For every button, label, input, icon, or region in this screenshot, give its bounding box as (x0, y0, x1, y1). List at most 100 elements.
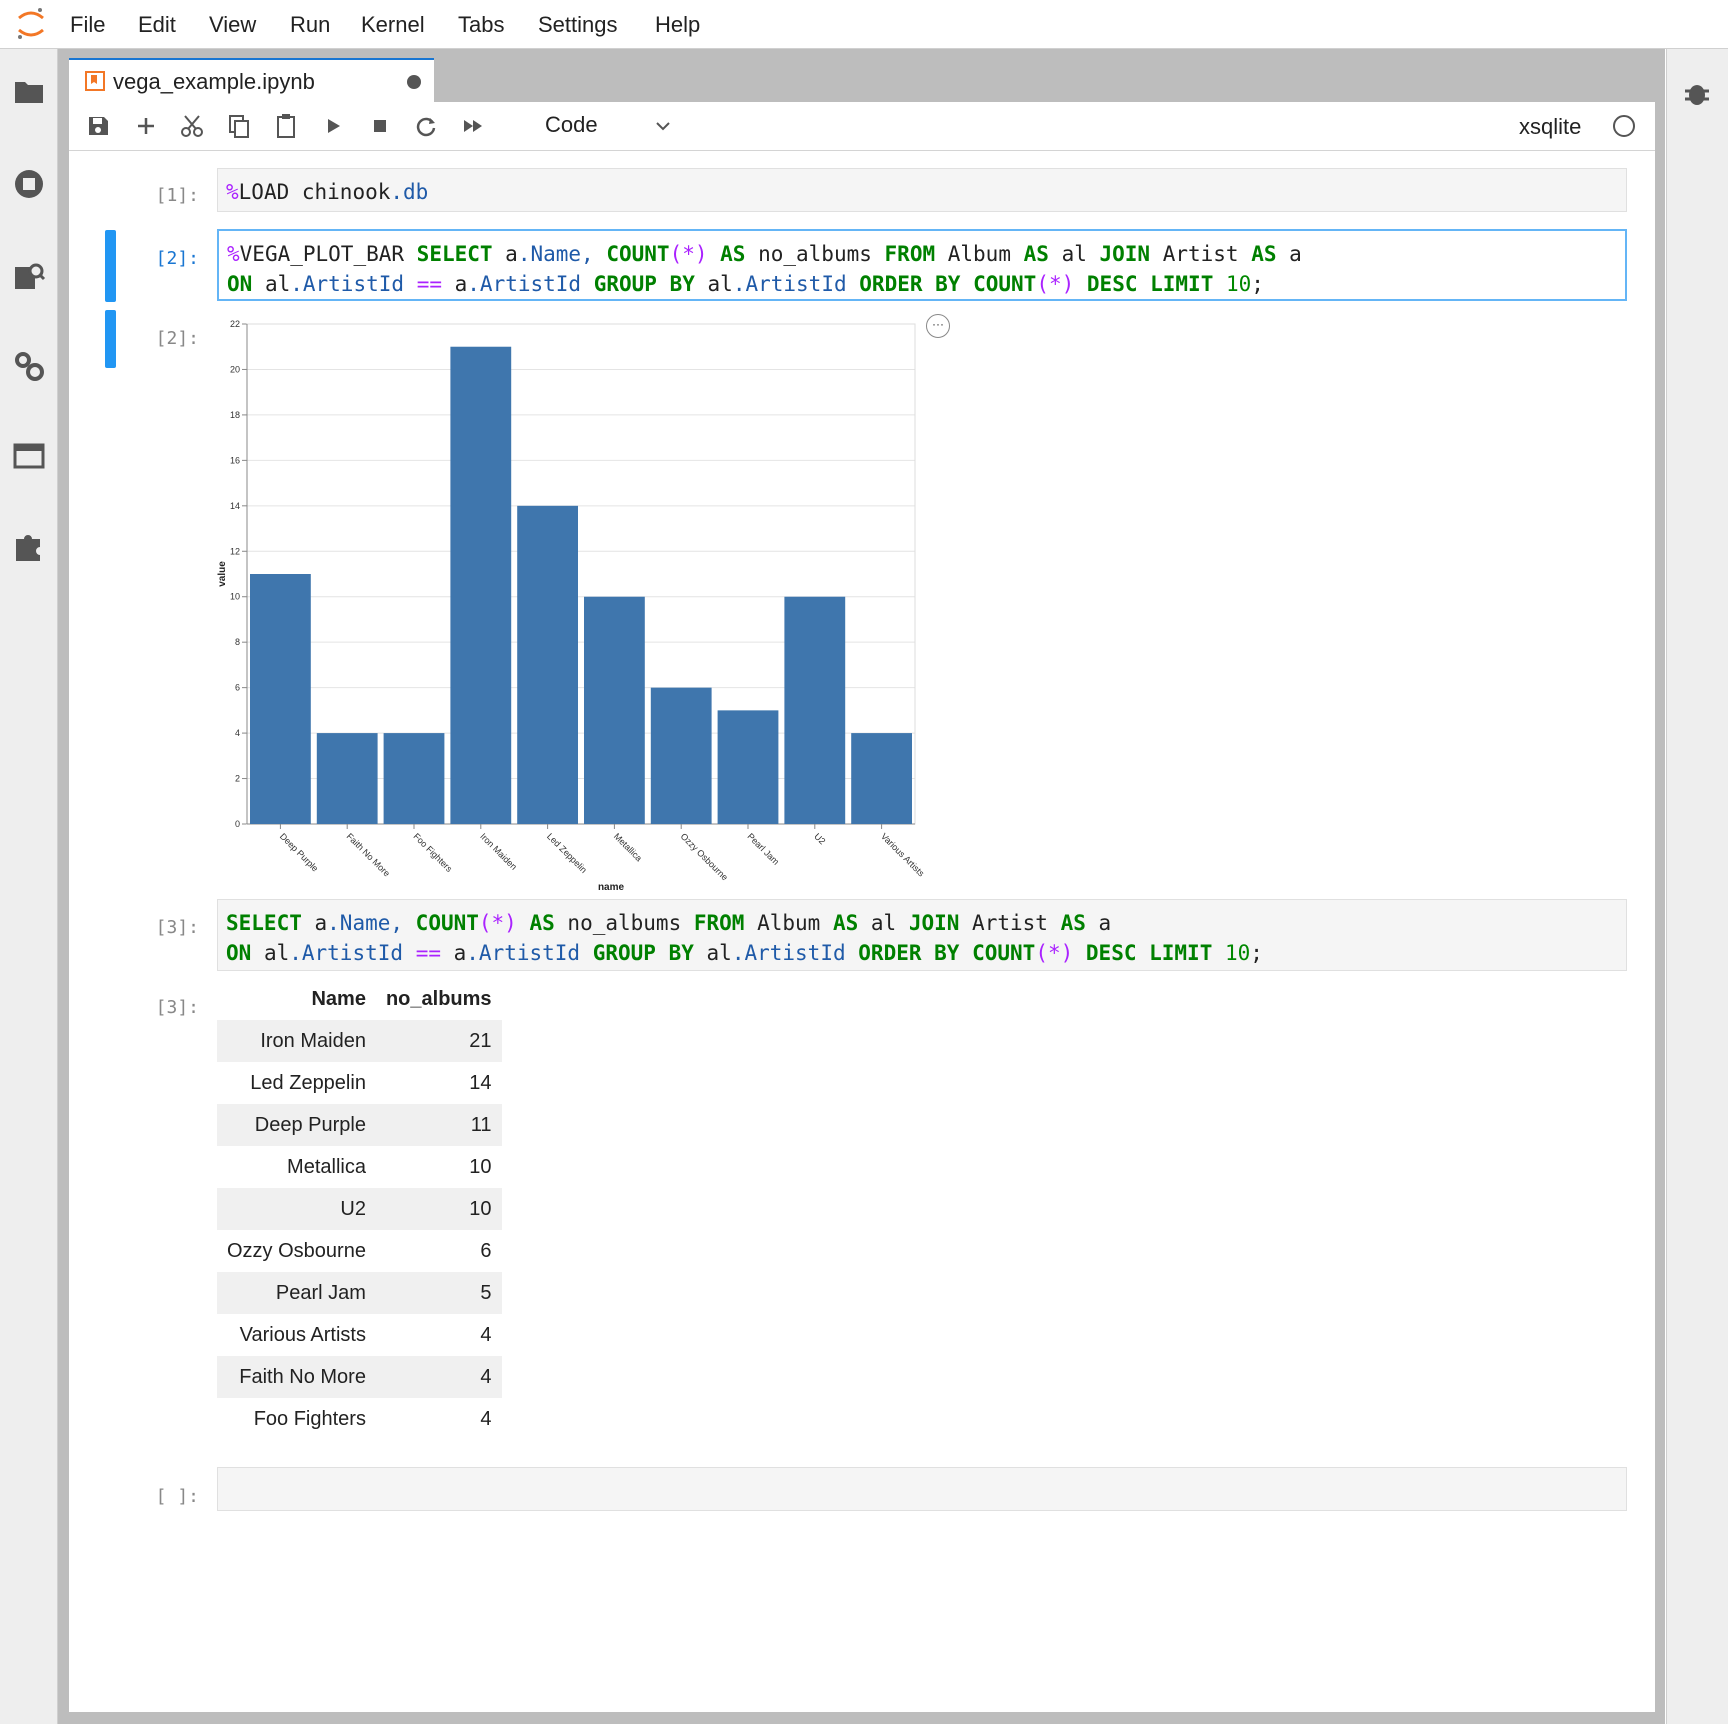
menu-run[interactable]: Run (290, 0, 330, 48)
extensions-puzzle-icon[interactable] (12, 529, 46, 563)
y-tick-label: 18 (230, 410, 240, 420)
output-prompt: [3]: (155, 997, 199, 1018)
bar (851, 733, 912, 824)
x-tick-label: Foo Fighters (411, 831, 454, 874)
y-axis-title: value (217, 561, 228, 587)
result-table: Name no_albums Iron Maiden 21 Led Zeppelin… (217, 978, 502, 1440)
notebook-toolbar: Code xsqlite (69, 102, 1655, 151)
table-row: Pearl Jam 5 (217, 1272, 502, 1314)
album-count-cell: 4 (480, 1407, 492, 1430)
copy-icon[interactable] (224, 111, 254, 141)
code-cell-3[interactable]: SELECT a.Name, COUNT(*) AS no_albums FRO… (217, 899, 1627, 971)
debugger-bug-icon[interactable] (1681, 77, 1713, 109)
code-cell-1[interactable]: %LOAD chinook.db (217, 168, 1627, 212)
table-body: Iron Maiden 21 Led Zeppelin 14 Deep Purple 11… (217, 1020, 502, 1440)
kernel-status-idle-icon (1613, 115, 1635, 137)
y-tick-label: 2 (235, 774, 240, 784)
y-tick-label: 6 (235, 683, 240, 693)
x-tick-label: U2 (812, 831, 827, 846)
unsaved-indicator-icon[interactable] (407, 75, 421, 89)
album-count-cell: 4 (480, 1365, 492, 1388)
bar (717, 710, 779, 824)
code-cell-2[interactable]: %VEGA_PLOT_BAR SELECT a.Name, COUNT(*) A… (217, 229, 1627, 301)
menu-bar: File Edit View Run Kernel Tabs Settings … (0, 0, 1728, 49)
table-row: Ozzy Osbourne 6 (217, 1230, 502, 1272)
folder-icon[interactable] (12, 74, 46, 108)
artist-name-cell: Various Artists (239, 1323, 366, 1346)
y-tick-label: 0 (235, 819, 240, 829)
notebook-tab[interactable]: vega_example.ipynb (69, 58, 434, 103)
artist-name-cell: Faith No More (239, 1365, 366, 1388)
album-count-cell: 5 (480, 1281, 492, 1304)
run-icon[interactable] (318, 111, 348, 141)
bar (584, 596, 645, 824)
x-tick-label: Faith No More (345, 831, 392, 878)
bar (250, 574, 311, 824)
table-row: U2 10 (217, 1188, 502, 1230)
y-tick-label: 10 (230, 592, 240, 602)
menu-file[interactable]: File (70, 0, 105, 48)
artist-name-cell: Metallica (287, 1155, 366, 1178)
artist-name-cell: Ozzy Osbourne (227, 1239, 366, 1262)
running-sessions-icon[interactable] (12, 167, 46, 201)
jupyter-logo-icon (18, 8, 44, 39)
settings-gears-icon[interactable] (12, 349, 46, 383)
menu-view[interactable]: View (209, 0, 256, 48)
notebook-icon (85, 71, 105, 91)
tab-title: vega_example.ipynb (113, 69, 315, 94)
artist-name-cell: Foo Fighters (253, 1407, 366, 1430)
output-prompt: [2]: (155, 328, 199, 349)
bar (784, 596, 846, 824)
notebook-panel: Code xsqlite [1]: %LOAD chinook.db [2]: … (69, 102, 1655, 1712)
cell-prompt: [2]: (155, 248, 199, 269)
cut-icon[interactable] (177, 111, 207, 141)
add-cell-icon[interactable] (131, 111, 161, 141)
y-tick-label: 20 (230, 364, 240, 374)
kernel-name[interactable]: xsqlite (1519, 102, 1581, 152)
code-cell-empty[interactable] (217, 1467, 1627, 1511)
restart-icon[interactable] (411, 111, 441, 141)
menu-help[interactable]: Help (655, 0, 700, 48)
x-tick-label: Various Artists (879, 831, 927, 879)
table-row: Led Zeppelin 14 (217, 1062, 502, 1104)
table-header: no_albums (385, 987, 492, 1010)
cell-type-dropdown[interactable]: Code (545, 102, 685, 150)
menu-kernel[interactable]: Kernel (361, 0, 425, 48)
right-sidebar (1666, 49, 1728, 1724)
main-dock-area: vega_example.ipynb Code xsqlite [1]: %LO… (58, 49, 1665, 1724)
left-sidebar (0, 49, 58, 1724)
table-header: Name (311, 987, 366, 1010)
y-tick-label: 8 (235, 637, 240, 647)
menu-edit[interactable]: Edit (138, 0, 176, 48)
artist-name-cell: Iron Maiden (260, 1029, 366, 1052)
menu-tabs[interactable]: Tabs (458, 0, 504, 48)
bar-chart-svg: 0 2 4 6 8 10 12 14 16 18 20 22 Deep Purple Faith No M… (217, 319, 927, 893)
interrupt-stop-icon[interactable] (365, 111, 395, 141)
bar (316, 733, 378, 824)
tabs-icon[interactable] (12, 439, 46, 473)
table-header-row: Name no_albums (217, 978, 502, 1020)
save-icon[interactable] (83, 111, 113, 141)
table-row: Deep Purple 11 (217, 1104, 502, 1146)
album-count-cell: 6 (480, 1239, 492, 1262)
y-tick-label: 12 (230, 546, 240, 556)
menu-settings[interactable]: Settings (538, 0, 618, 48)
album-count-cell: 11 (470, 1113, 492, 1136)
chart-actions-menu-icon[interactable]: ··· (926, 314, 950, 338)
album-count-cell: 10 (469, 1197, 492, 1220)
property-inspector-icon[interactable] (12, 259, 46, 293)
paste-icon[interactable] (271, 111, 301, 141)
restart-run-all-icon[interactable] (458, 111, 488, 141)
y-tick-label: 22 (230, 319, 240, 329)
artist-name-cell: Deep Purple (254, 1113, 366, 1136)
y-tick-label: 4 (235, 728, 240, 738)
table-row: Iron Maiden 21 (217, 1020, 502, 1062)
artist-name-cell: U2 (340, 1197, 366, 1220)
y-tick-label: 14 (230, 501, 240, 511)
artist-name-cell: Pearl Jam (275, 1281, 366, 1304)
x-tick-label: Deep Purple (278, 831, 320, 873)
x-tick-label: Metallica (612, 831, 644, 863)
album-count-cell: 14 (469, 1071, 492, 1094)
table-row: Metallica 10 (217, 1146, 502, 1188)
bar (450, 346, 512, 824)
